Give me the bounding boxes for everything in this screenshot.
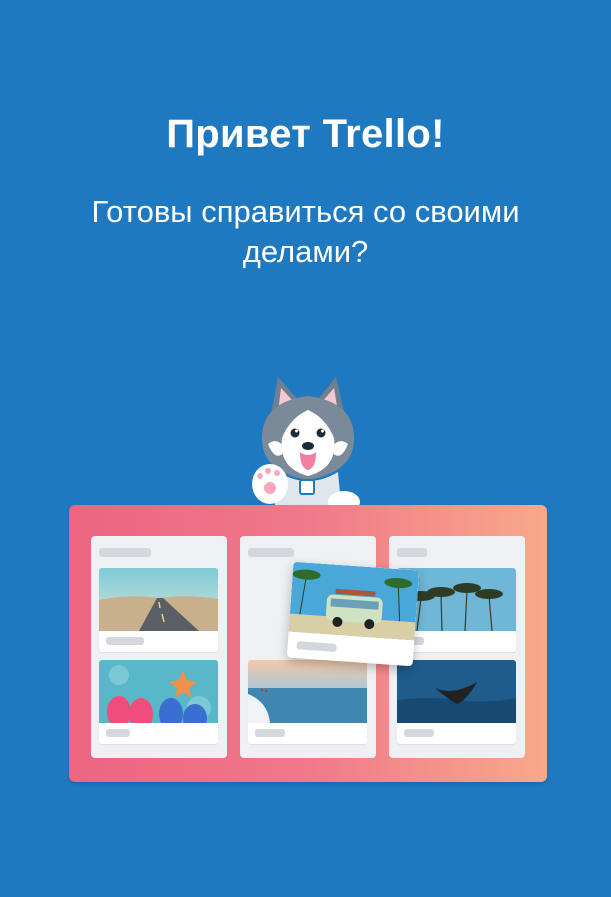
board-card [99,660,218,744]
card-title-placeholder [106,729,130,737]
dragged-card [286,561,420,667]
board-list [91,536,227,758]
van-palms-photo-icon [288,561,420,641]
card-title-placeholder [296,641,337,652]
sea-shore-photo-icon [248,660,367,723]
list-title-placeholder [99,548,151,557]
flip-flops-starfish-photo-icon [99,660,218,723]
card-title-placeholder [404,729,434,737]
card-title-placeholder [106,637,144,645]
welcome-title: Привет Trello! [166,112,445,156]
list-title-placeholder [397,548,427,557]
card-title-placeholder [255,729,285,737]
whale-tail-photo-icon [397,660,516,723]
welcome-subtitle: Готовы справиться со своими делами? [91,194,520,269]
husky-mascot-icon [252,377,360,514]
board-card [397,660,516,744]
board-card [248,660,367,744]
road-photo-icon [99,568,218,631]
list-title-placeholder [248,548,294,557]
board-card [99,568,218,652]
